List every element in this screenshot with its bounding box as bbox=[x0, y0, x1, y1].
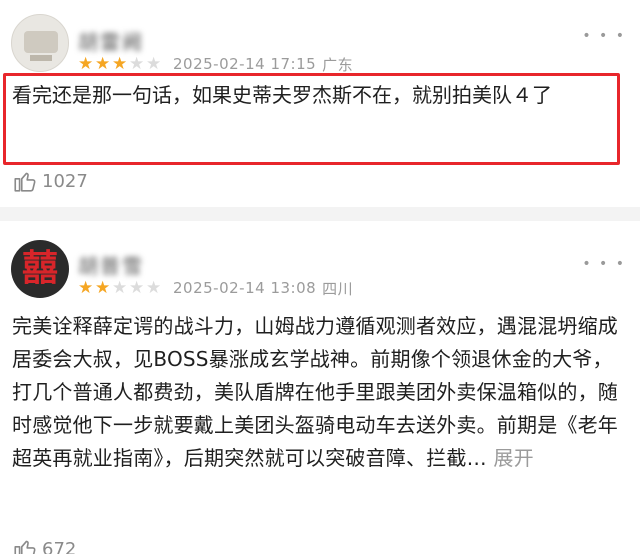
rating-stars: ★ ★ ★ ★ ★ bbox=[78, 54, 163, 74]
thumbs-up-icon bbox=[14, 172, 36, 192]
star-icon: ★ bbox=[146, 278, 162, 298]
like-button[interactable]: 672 bbox=[12, 536, 76, 554]
timestamp: 2025-02-14 17:15 bbox=[173, 55, 317, 73]
comment-card: 囍 胡普雪 • • • ★ ★ ★ ★ ★ 2025-02-14 13:08 四川 完美… bbox=[0, 222, 640, 554]
username-blurred[interactable]: 胡普雪 bbox=[78, 250, 144, 278]
star-icon: ★ bbox=[129, 54, 145, 74]
username-blurred[interactable]: 胡雷阙 bbox=[78, 26, 144, 54]
timestamp: 2025-02-14 13:08 bbox=[173, 279, 317, 297]
more-dots-icon[interactable]: • • • bbox=[582, 28, 626, 44]
expand-link[interactable]: 展开 bbox=[493, 446, 533, 470]
more-dots-icon[interactable]: • • • bbox=[582, 256, 626, 272]
avatar-glyph: 囍 bbox=[21, 247, 58, 289]
star-icon: ★ bbox=[129, 278, 145, 298]
star-icon: ★ bbox=[146, 54, 162, 74]
star-icon: ★ bbox=[78, 54, 94, 74]
comment-meta: ★ ★ ★ ★ ★ 2025-02-14 13:08 四川 bbox=[78, 278, 353, 298]
like-button[interactable]: 1027 bbox=[12, 168, 88, 194]
like-count: 672 bbox=[42, 538, 77, 554]
location: 四川 bbox=[322, 279, 354, 298]
star-icon: ★ bbox=[112, 54, 128, 74]
location: 广东 bbox=[322, 55, 354, 74]
star-icon: ★ bbox=[95, 278, 111, 298]
like-count: 1027 bbox=[42, 170, 88, 192]
avatar[interactable]: 囍 bbox=[11, 240, 69, 298]
divider bbox=[0, 207, 640, 221]
thumbs-up-icon bbox=[14, 540, 36, 554]
comment-card: 胡雷阙 • • • ★ ★ ★ ★ ★ 2025-02-14 17:15 广东 看完还是… bbox=[0, 0, 640, 205]
avatar[interactable] bbox=[11, 14, 69, 72]
comment-text: 看完还是那一句话，如果史蒂夫罗杰斯不在，就别拍美队４了 bbox=[12, 83, 552, 107]
star-icon: ★ bbox=[112, 278, 128, 298]
comment-meta: ★ ★ ★ ★ ★ 2025-02-14 17:15 广东 bbox=[78, 54, 353, 74]
comment-text: 完美诠释薛定谔的战斗力，山姆战力遵循观测者效应，遇混混坍缩成居委会大叔，见BOS… bbox=[12, 310, 632, 475]
rating-stars: ★ ★ ★ ★ ★ bbox=[78, 278, 163, 298]
star-icon: ★ bbox=[95, 54, 111, 74]
star-icon: ★ bbox=[78, 278, 94, 298]
